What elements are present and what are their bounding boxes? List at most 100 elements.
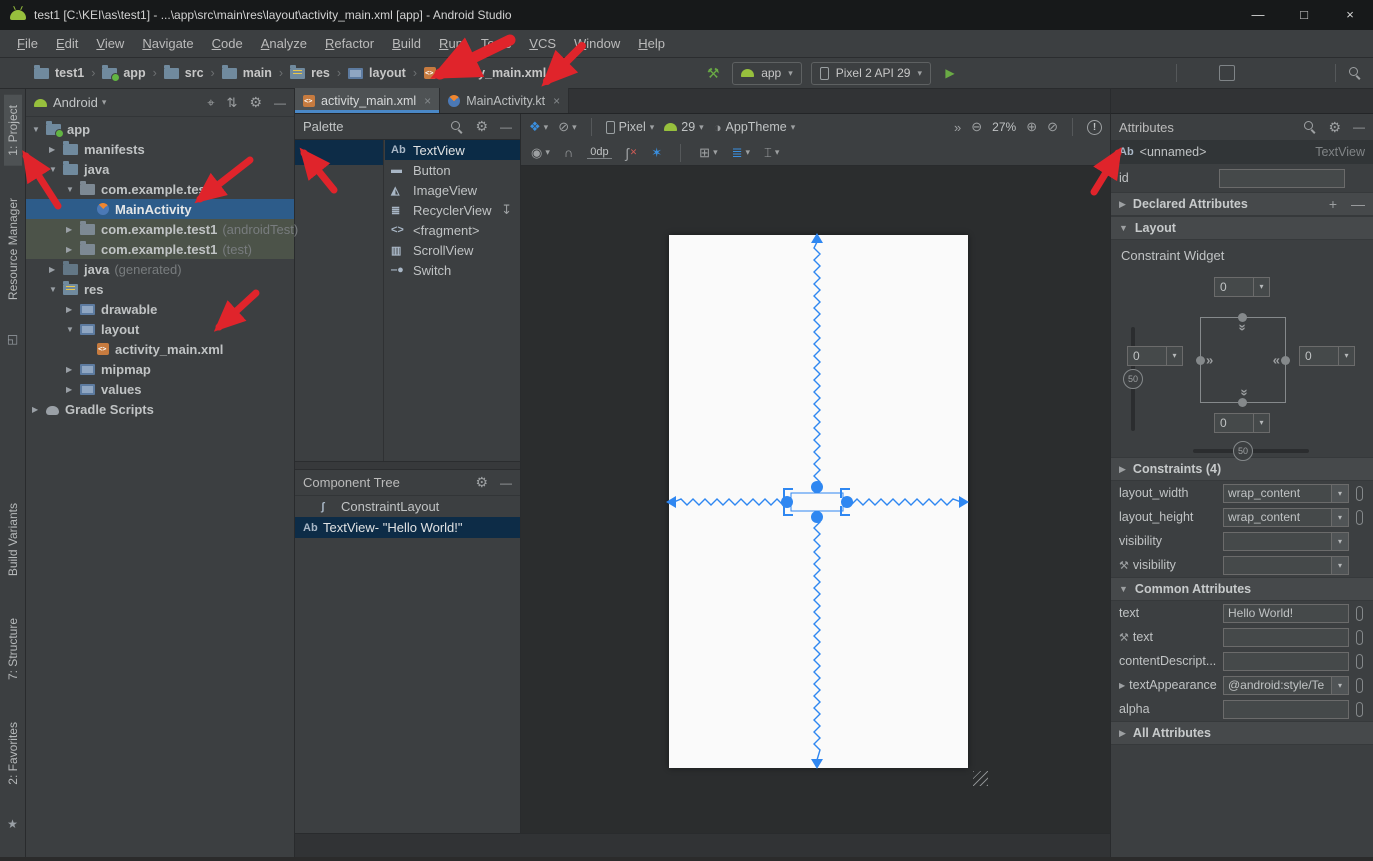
tree-expand-icon[interactable]: ▶ [66,385,80,394]
horizontal-bias-value[interactable]: 50 [1233,441,1253,461]
api-version-select[interactable]: 29▾ [664,120,703,134]
menu-item[interactable]: Navigate [133,30,202,58]
toolbar-action-icon[interactable] [1219,65,1235,81]
attribute-value-input[interactable]: ▾ [1223,700,1349,719]
add-attribute-icon[interactable]: + [1329,196,1337,212]
search-icon[interactable] [1304,121,1316,133]
margin-right-select[interactable]: 0▾ [1299,346,1355,366]
menu-item[interactable]: Build [383,30,430,58]
download-icon[interactable]: ↧ [501,202,512,218]
menu-item[interactable]: File [8,30,47,58]
tree-expand-icon[interactable]: ▶ [32,405,46,414]
tree-row[interactable]: ▼ java [26,159,294,179]
sidebar-item-build-variants[interactable]: Build Variants [4,493,22,586]
resource-manager-icon[interactable]: ◱ [7,332,18,346]
menu-item[interactable]: View [87,30,133,58]
pack-icon[interactable]: ⊞▾ [699,145,717,161]
tree-row[interactable]: MainActivity [26,199,294,219]
project-view-select[interactable]: Android [53,95,98,110]
sidebar-item-project[interactable]: 1: Project [4,95,22,166]
search-icon[interactable] [451,121,463,133]
tools-attribute-toggle[interactable] [1356,510,1363,525]
hide-panel-icon[interactable]: — [500,476,512,490]
tools-attribute-toggle[interactable] [1356,486,1363,501]
default-margin-field[interactable]: 0dp [587,146,611,159]
close-button[interactable]: × [1327,0,1373,30]
palette-item[interactable]: Ab TextView [385,140,520,160]
menu-item[interactable]: Refactor [316,30,383,58]
sidebar-item-favorites[interactable]: 2: Favorites [4,712,22,795]
attribute-value-input[interactable]: @android:style/Te ▾ [1223,676,1349,695]
tree-row[interactable]: ▶ com.example.test1 (androidTest) [26,219,294,239]
palette-item[interactable]: <> <fragment> [385,220,520,240]
run-configuration-select[interactable]: app ▾ [732,62,802,85]
palette-category[interactable] [295,190,383,215]
collapse-all-icon[interactable]: ⇅ [227,95,238,111]
toolbar-action-icon[interactable] [1302,65,1322,81]
tree-expand-icon[interactable]: ▶ [66,225,80,234]
design-surface-select-icon[interactable]: ❖▾ [529,119,548,135]
attribute-value-select[interactable]: ▾ [1223,556,1349,575]
toolbar-action-icon[interactable] [1273,65,1293,81]
zoom-out-icon[interactable]: ⊖ [971,119,982,135]
gear-icon[interactable]: ⚙ [475,118,488,135]
palette-category[interactable] [295,290,383,315]
locate-file-icon[interactable]: ⌖ [207,95,214,111]
sidebar-item-structure[interactable]: 7: Structure [4,608,22,690]
gear-icon[interactable]: ⚙ [1328,119,1341,136]
tree-row[interactable]: ▶ values [26,379,294,399]
declared-attributes-section[interactable]: ▶ Declared Attributes + — [1111,192,1373,216]
tree-row[interactable]: ▼ app [26,119,294,139]
tree-row[interactable]: ▼ res [26,279,294,299]
palette-item[interactable]: ▬ Button [385,160,520,180]
minimize-button[interactable]: — [1235,0,1281,30]
menu-item[interactable]: Tools [472,30,520,58]
margin-top-select[interactable]: 0▾ [1214,277,1270,297]
palette-category[interactable] [295,240,383,265]
star-icon[interactable]: ★ [7,817,18,831]
component-tree-row[interactable]: ʃ ConstraintLayout [295,496,520,517]
theme-select[interactable]: ◑AppTheme▾ [714,120,796,135]
common-attributes-section[interactable]: ▼ Common Attributes [1111,577,1373,601]
canvas-resize-handle[interactable] [973,771,988,786]
menu-item[interactable]: Help [629,30,674,58]
editor-tab[interactable]: activity_main.xml × [295,88,440,113]
tools-attribute-toggle[interactable] [1356,654,1363,669]
palette-item[interactable]: ▥ ScrollView [385,240,520,260]
chevron-right-icon[interactable]: ▶ [1119,681,1125,690]
palette-item[interactable]: ≣ RecyclerView ↧ [385,200,520,220]
tree-row[interactable]: ▶ com.example.test1 (test) [26,239,294,259]
hide-panel-icon[interactable]: — [500,120,512,134]
top-anchor[interactable] [1238,313,1247,322]
clear-constraints-icon[interactable]: ʃ✕ [626,145,638,161]
tools-attribute-toggle[interactable] [1356,702,1363,717]
attribute-value-input[interactable]: Hello World! ▾ [1223,604,1349,623]
maximize-button[interactable]: □ [1281,0,1327,30]
tree-row[interactable]: ▶ mipmap [26,359,294,379]
tree-row[interactable]: ▶ manifests [26,139,294,159]
view-options-icon[interactable]: ◉▾ [531,145,550,161]
palette-category[interactable] [295,140,383,165]
menu-item[interactable]: Edit [47,30,87,58]
build-hammer-icon[interactable]: ⚒ [703,65,723,82]
tree-row[interactable]: activity_main.xml [26,339,294,359]
gear-icon[interactable]: ⚙ [475,474,488,491]
attribute-value-select[interactable]: ▾ [1223,532,1349,551]
attribute-value-input[interactable]: ▾ [1223,652,1349,671]
breadcrumb-item[interactable]: activity_main.xml › [424,66,546,80]
tree-expand-icon[interactable]: ▶ [66,365,80,374]
hide-panel-icon[interactable]: — [274,96,286,110]
all-attributes-section[interactable]: ▶ All Attributes [1111,721,1373,745]
search-everywhere-icon[interactable] [1349,67,1361,79]
palette-category[interactable] [295,315,383,340]
attribute-value-input[interactable]: ▾ [1223,628,1349,647]
tree-expand-icon[interactable]: ▶ [66,305,80,314]
tree-expand-icon[interactable]: ▼ [32,125,46,134]
constraint-box[interactable]: » « » « [1200,317,1286,403]
infer-constraints-icon[interactable]: ✶ [651,145,662,161]
palette-category[interactable] [295,215,383,240]
breadcrumb-item[interactable]: test1 › [34,66,102,80]
zoom-to-fit-icon[interactable]: ⊘ [1047,119,1058,135]
breadcrumb-item[interactable]: layout › [348,66,424,80]
orientation-icon[interactable]: ⊘▾ [558,119,576,135]
